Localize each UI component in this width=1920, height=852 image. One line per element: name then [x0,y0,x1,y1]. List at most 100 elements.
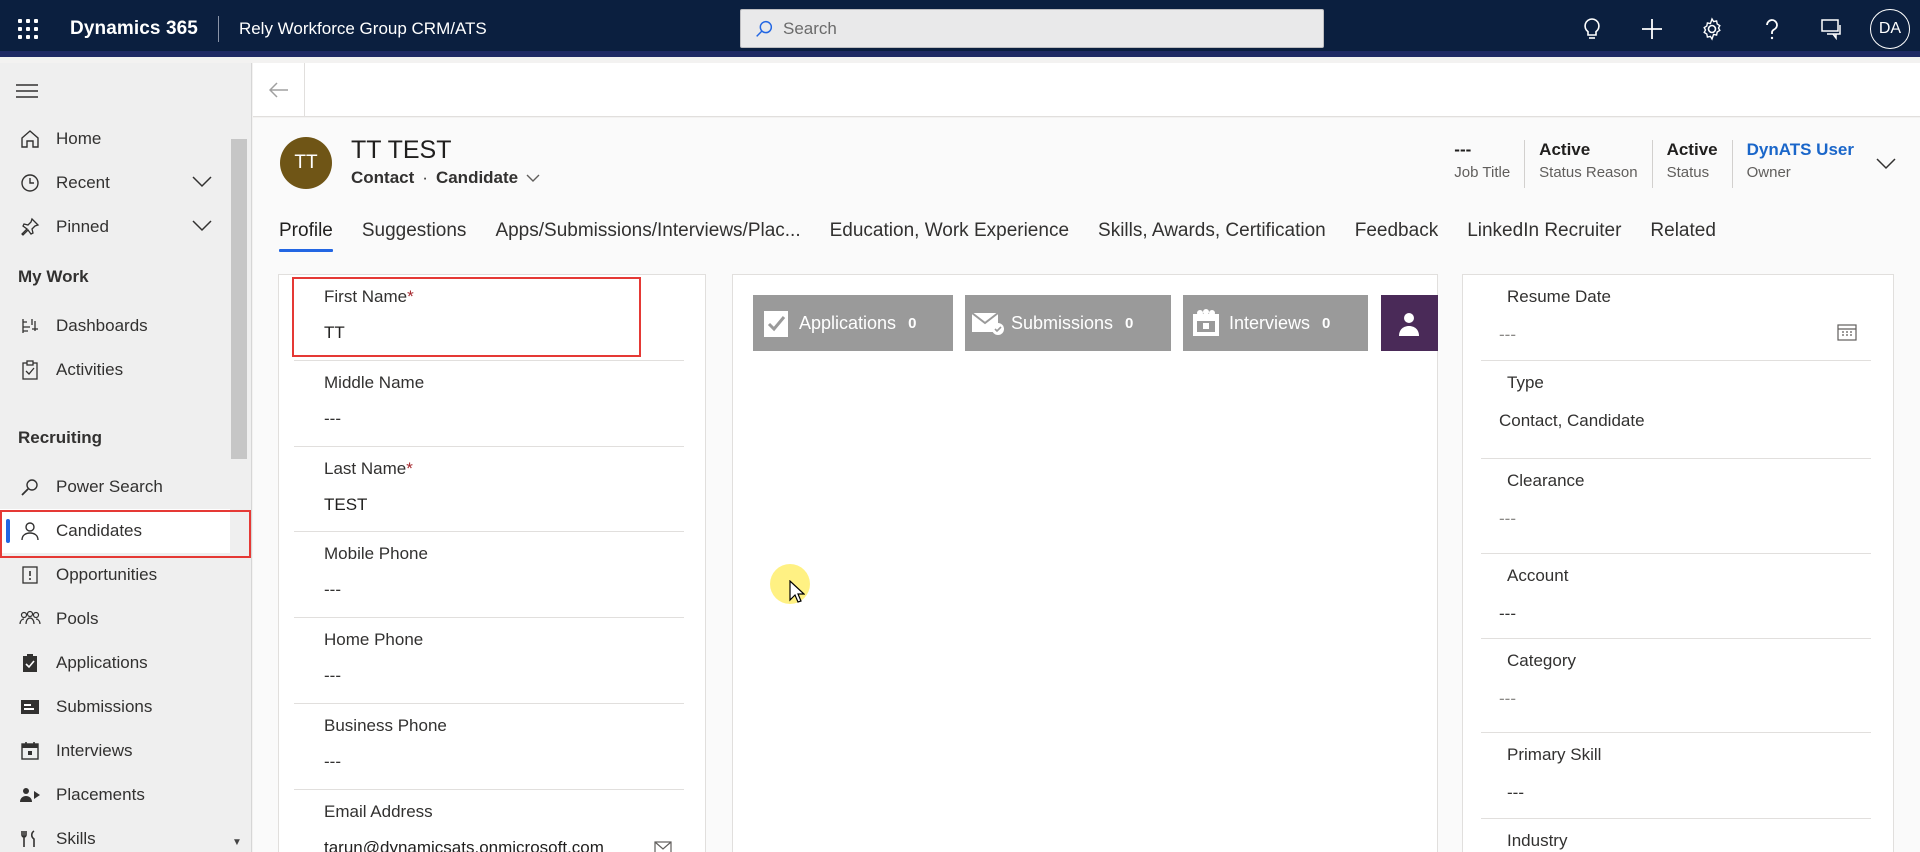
nav-pinned[interactable]: Pinned [0,205,230,249]
chevron-down-icon[interactable] [192,217,212,237]
applications-tile[interactable]: Applications 0 [753,295,953,351]
nav-interviews[interactable]: Interviews [0,729,230,773]
nav-activities[interactable]: Activities [0,348,230,392]
tab-linkedin[interactable]: LinkedIn Recruiter [1467,220,1621,252]
hamburger-button[interactable] [16,83,38,104]
field-account[interactable]: Account --- [1481,554,1871,639]
nav-dashboards[interactable]: Dashboards [0,304,230,348]
nav-applications[interactable]: Applications [0,641,230,685]
nav-skills[interactable]: Skills [0,817,230,852]
nav-recent-label: Recent [56,173,110,192]
tab-related[interactable]: Related [1650,220,1716,252]
account-value[interactable]: --- [1499,604,1871,624]
nav-scrollbar[interactable] [231,139,247,459]
email-label: Email Address [324,802,433,821]
email-value[interactable]: tarun@dynamicsats.onmicrosoft.com [324,838,684,852]
last-name-value[interactable]: TEST [324,495,684,515]
user-avatar[interactable]: DA [1870,8,1910,49]
help-button[interactable] [1742,0,1802,57]
field-mobile-phone[interactable]: Mobile Phone --- [294,532,684,618]
tab-profile[interactable]: Profile [279,220,333,252]
applications-tile-label: Applications [799,312,897,333]
nav-placements-label: Placements [56,785,145,804]
placements-tile[interactable] [1381,295,1438,351]
business-phone-value[interactable]: --- [324,752,684,772]
tab-skills[interactable]: Skills, Awards, Certification [1098,220,1326,252]
header-status[interactable]: Active Status [1651,140,1732,188]
tools-icon [18,829,42,849]
global-search[interactable] [740,9,1324,48]
field-industry[interactable]: Industry [1481,819,1871,852]
placement-icon [18,785,42,805]
last-name-label: Last Name* [324,459,684,479]
chat-button[interactable] [1802,0,1862,57]
new-button[interactable] [1622,0,1682,57]
clearance-value[interactable]: --- [1499,509,1871,529]
nav-heading-my-work: My Work [18,267,89,286]
mail-icon[interactable] [654,841,672,852]
clearance-label: Clearance [1507,471,1585,490]
field-business-phone[interactable]: Business Phone --- [294,704,684,790]
nav-submissions[interactable]: Submissions [0,685,230,729]
brand-name[interactable]: Dynamics 365 [70,18,198,40]
app-launcher-button[interactable] [0,0,56,57]
primary-skill-value[interactable]: --- [1507,783,1871,803]
nav-pools[interactable]: Pools [0,597,230,641]
person-icon [1381,295,1427,351]
scroll-down-arrow-icon[interactable]: ▼ [232,837,242,848]
app-name[interactable]: Rely Workforce Group CRM/ATS [239,19,487,39]
resume-date-label: Resume Date [1507,287,1611,306]
calendar-people-icon [1183,295,1229,351]
form-selector[interactable]: Candidate [436,168,518,188]
category-value[interactable]: --- [1499,689,1871,709]
calendar-icon[interactable] [1837,323,1857,346]
field-primary-skill[interactable]: Primary Skill --- [1481,733,1871,819]
home-phone-value[interactable]: --- [324,666,684,686]
submissions-tile[interactable]: Submissions 0 [965,295,1171,351]
chevron-down-icon[interactable] [526,168,540,188]
resume-date-value[interactable]: --- [1499,325,1871,345]
field-last-name[interactable]: Last Name* TEST [294,447,684,532]
field-type[interactable]: Type Contact, Candidate [1481,361,1871,459]
tab-feedback[interactable]: Feedback [1355,220,1438,252]
interviews-tile[interactable]: Interviews 0 [1183,295,1368,351]
type-value[interactable]: Contact, Candidate [1499,411,1871,431]
nav-interviews-label: Interviews [56,741,133,760]
nav-placements[interactable]: Placements [0,773,230,817]
tab-education[interactable]: Education, Work Experience [830,220,1069,252]
nav-opportunities[interactable]: Opportunities [0,553,230,597]
industry-label: Industry [1507,831,1568,850]
type-label: Type [1507,373,1544,392]
field-middle-name[interactable]: Middle Name --- [294,361,684,447]
tab-apps-submissions[interactable]: Apps/Submissions/Interviews/Plac... [495,220,800,252]
interviews-tile-count: 0 [1322,314,1331,332]
owner-value[interactable]: DynATS User [1747,140,1854,160]
middle-name-value[interactable]: --- [324,409,684,429]
nav-power-search[interactable]: Power Search [0,465,230,509]
lightbulb-button[interactable] [1562,0,1622,57]
dashboard-icon [18,316,42,336]
group-icon [18,609,42,629]
nav-recent[interactable]: Recent [0,161,230,205]
header-status-reason[interactable]: Active Status Reason [1524,140,1651,188]
owner-label: Owner [1746,164,1791,181]
tab-suggestions[interactable]: Suggestions [362,220,467,252]
mobile-phone-value[interactable]: --- [324,580,684,600]
chevron-down-icon[interactable] [192,173,212,193]
nav-home[interactable]: Home [0,117,230,161]
field-resume-date[interactable]: Resume Date --- [1481,275,1871,361]
header-expand-button[interactable] [1868,140,1904,188]
field-clearance[interactable]: Clearance --- [1481,459,1871,554]
candidates-highlight-box [0,510,251,558]
nav-submissions-label: Submissions [56,697,153,716]
header-owner[interactable]: DynATS User Owner [1731,140,1868,188]
search-input[interactable] [783,18,1283,39]
back-button[interactable] [253,63,305,117]
settings-button[interactable] [1682,0,1742,57]
header-job-title[interactable]: --- Job Title [1440,140,1524,188]
field-home-phone[interactable]: Home Phone --- [294,618,684,704]
envelope-check-icon [965,295,1011,351]
field-email[interactable]: Email Address tarun@dynamicsats.onmicros… [294,790,684,852]
field-category[interactable]: Category --- [1481,639,1871,733]
gear-icon [1703,16,1721,41]
